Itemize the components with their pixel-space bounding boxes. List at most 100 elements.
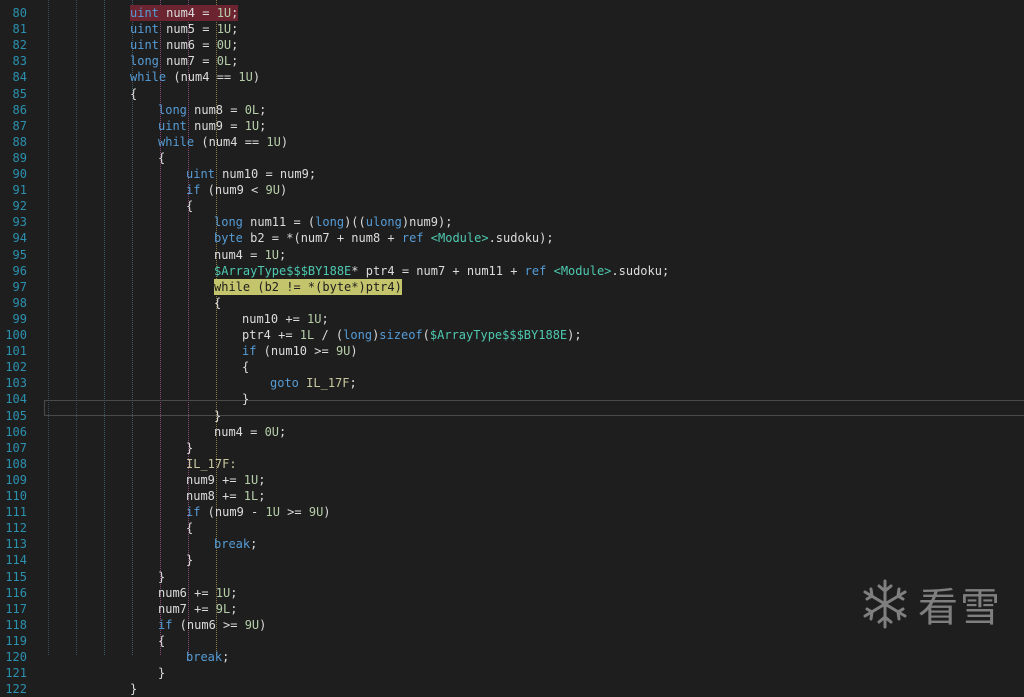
code-line[interactable]: 85 { <box>0 86 1024 102</box>
code-token: num8 += <box>186 489 244 503</box>
code-token: sizeof <box>379 328 423 342</box>
code-text: { <box>214 295 221 311</box>
code-text: break; <box>214 536 257 552</box>
code-text: num10 += 1U; <box>242 311 329 327</box>
code-token: 1U <box>216 22 232 37</box>
code-line[interactable]: 87 uint num9 = 1U; <box>0 118 1024 134</box>
line-number: 94 <box>12 231 27 246</box>
code-token: ; <box>231 38 239 53</box>
code-line[interactable]: 122} <box>0 681 1024 697</box>
code-line[interactable]: 84 while (num4 == 1U) <box>0 69 1024 85</box>
code-token: $ArrayType$$$BY188E <box>214 263 352 278</box>
code-token: ; <box>230 585 238 600</box>
code-token: 1U <box>307 311 322 326</box>
line-number: 89 <box>12 150 27 165</box>
code-token: num10 += <box>242 311 308 326</box>
code-token: { <box>242 360 250 375</box>
code-token: 0U <box>216 38 232 53</box>
code-line[interactable]: 102 { <box>0 359 1024 375</box>
line-number: 101 <box>5 344 27 359</box>
code-line[interactable]: 111 if (num9 - 1U >= 9U) <box>0 504 1024 520</box>
code-line[interactable]: 86 long num8 = 0L; <box>0 102 1024 118</box>
code-line[interactable]: 110 num8 += 1L; <box>0 488 1024 504</box>
code-line[interactable]: 119 { <box>0 633 1024 649</box>
code-token: $ArrayType$$$BY188E <box>429 328 568 342</box>
code-token: num4 = <box>158 6 217 20</box>
line-number: 115 <box>5 569 27 584</box>
code-text: { <box>130 86 137 102</box>
code-token: num9 += <box>186 472 244 487</box>
code-token: ; <box>231 22 239 37</box>
code-line[interactable]: 101 if (num10 >= 9U) <box>0 343 1024 359</box>
code-text: while (b2 != *(byte*)ptr4) <box>214 278 402 295</box>
code-text: long num8 = 0L; <box>158 102 266 118</box>
code-text: if (num10 >= 9U) <box>242 343 358 359</box>
code-token: 1L <box>243 489 259 503</box>
code-token: if <box>242 344 257 359</box>
code-text: while (num4 == 1U) <box>130 69 260 85</box>
code-token: ; <box>321 311 329 326</box>
code-token: goto <box>270 376 299 391</box>
code-token: >= <box>279 505 309 520</box>
watermark: 看雪 <box>860 576 1010 632</box>
code-line[interactable]: 121} <box>0 665 1024 681</box>
line-number: 81 <box>12 22 27 37</box>
code-line[interactable]: 81 uint num5 = 1U; <box>0 21 1024 37</box>
code-line[interactable]: 95 num4 = 1U; <box>0 247 1024 263</box>
code-editor[interactable]: 80 uint num4 = 1U; 81 uint num5 = 1U; 82 uint… <box>0 0 1024 696</box>
code-line[interactable]: 105} <box>0 408 1024 424</box>
line-number: 112 <box>5 521 27 536</box>
code-line[interactable]: 106 num4 = 0U; <box>0 424 1024 440</box>
code-text: long num11 = (long)((ulong)num9); <box>214 214 452 230</box>
code-line[interactable]: 97 while (b2 != *(byte*)ptr4) <box>0 278 1024 295</box>
code-line[interactable]: 112 { <box>0 520 1024 536</box>
code-line[interactable]: 92 { <box>0 198 1024 214</box>
code-line[interactable]: 82 uint num6 = 0U; <box>0 37 1024 53</box>
code-line[interactable]: 104} <box>0 391 1024 407</box>
code-line[interactable]: 113 break; <box>0 536 1024 552</box>
code-token: ; <box>279 424 287 439</box>
code-token: num5 = <box>158 22 217 37</box>
code-text: num9 += 1U; <box>186 472 265 488</box>
code-token: 0U <box>264 424 280 439</box>
code-line[interactable]: 98 { <box>0 295 1024 311</box>
code-token: ; <box>230 601 238 616</box>
code-line[interactable]: 114} <box>0 552 1024 568</box>
code-token: 9L <box>215 601 231 616</box>
line-number: 99 <box>12 311 27 326</box>
line-number: 119 <box>5 633 27 648</box>
code-token: 9U <box>335 344 351 359</box>
code-line[interactable]: 120 break; <box>0 649 1024 665</box>
code-line[interactable]: 91 if (num9 < 9U) <box>0 182 1024 198</box>
code-token: IL_17F: <box>186 456 237 471</box>
line-number: 105 <box>5 408 27 423</box>
code-line[interactable]: 93 long num11 = (long)((ulong)num9); <box>0 214 1024 230</box>
code-line[interactable]: 107} <box>0 440 1024 456</box>
line-number: 90 <box>12 167 27 181</box>
code-line[interactable]: 94 byte b2 = *(num7 + num8 + ref <Module>… <box>0 230 1024 246</box>
code-token: } <box>186 440 194 455</box>
line-number: 91 <box>12 183 27 198</box>
code-line[interactable]: 96 $ArrayType$$$BY188E* ptr4 = num7 + num… <box>0 263 1024 279</box>
code-token: } <box>158 569 166 584</box>
line-number: 117 <box>5 601 27 616</box>
code-line[interactable]: 103 goto IL_17F; <box>0 375 1024 391</box>
code-line[interactable]: 83 long num7 = 0L; <box>0 53 1024 69</box>
line-number: 110 <box>5 489 27 503</box>
code-line[interactable]: 109 num9 += 1U; <box>0 472 1024 488</box>
code-token: (num9 < <box>200 183 266 198</box>
code-token: (num4 == <box>166 70 239 85</box>
code-line[interactable]: 80 uint num4 = 1U; <box>0 5 1024 21</box>
code-text: if (num6 >= 9U) <box>158 617 266 633</box>
code-line[interactable]: 108 IL_17F: <box>0 456 1024 472</box>
code-token: if <box>186 183 201 198</box>
code-line[interactable]: 90 uint num10 = num9; <box>0 166 1024 182</box>
code-line[interactable]: 88 while (num4 == 1U) <box>0 134 1024 150</box>
code-token: 1U <box>265 505 280 520</box>
code-token: uint <box>130 22 159 37</box>
code-line[interactable]: 100 ptr4 += 1L / (long)sizeof($ArrayType$… <box>0 327 1024 343</box>
code-line[interactable]: 99 num10 += 1U; <box>0 311 1024 327</box>
code-line[interactable]: 89 { <box>0 150 1024 166</box>
code-token: ulong <box>365 215 402 230</box>
watermark-text: 看雪 <box>918 585 1002 631</box>
